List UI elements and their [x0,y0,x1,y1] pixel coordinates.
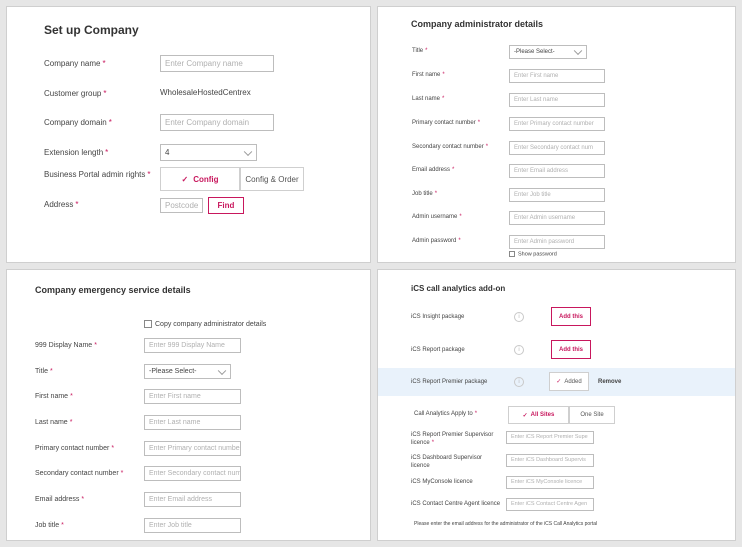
display-name-label: 999 Display Name * [35,342,97,349]
all-sites-option-button[interactable]: ✓ All Sites [508,406,569,424]
title-select-value: -Please Select- [514,49,555,55]
chevron-down-icon [243,147,253,156]
remove-link[interactable]: Remove [598,379,621,385]
panel-title: Set up Company [44,23,139,37]
postcode-input[interactable]: Postcode [160,198,203,213]
secondary-contact-label: Secondary contact number * [35,470,124,477]
title-select[interactable]: -Please Select- [509,45,587,59]
extension-length-value: 4 [165,148,170,157]
chevron-down-icon [217,366,227,375]
apply-to-label: Call Analytics Apply to * [414,411,478,417]
primary-contact-input[interactable]: Enter Primary contact number [144,441,241,456]
one-site-option-button[interactable]: One Site [569,406,615,424]
panel-title: Company emergency service details [35,285,191,295]
call-analytics-panel: iCS call analytics add-on iCS Insight pa… [377,269,736,541]
show-password-checkbox[interactable]: Show password [509,251,557,257]
dashboard-supervisor-input[interactable]: Enter iCS Dashboard Supervis [506,454,594,467]
job-title-input[interactable]: Enter Job title [509,188,605,202]
address-label: Address * [44,200,79,209]
display-name-input[interactable]: Enter 999 Display Name [144,338,241,353]
first-name-input[interactable]: Enter First name [144,389,241,404]
last-name-input[interactable]: Enter Last name [509,93,605,107]
footer-note: Please enter the email address for the a… [414,521,598,527]
contact-centre-label: iCS Contact Centre Agent licence [411,501,501,507]
first-name-input[interactable]: Enter First name [509,69,605,83]
check-icon: ✓ [522,412,528,419]
secondary-contact-label: Secondary contact number * [412,144,489,150]
title-label: Title * [35,368,53,375]
setup-company-panel: Set up Company Company name * Enter Compa… [6,6,371,263]
admin-password-input[interactable]: Enter Admin password [509,235,605,249]
admin-rights-label: Business Portal admin rights * [44,170,151,179]
extension-length-select[interactable]: 4 [160,144,257,161]
premier-package-row: iCS Report Premier package i ✓ Added Rem… [378,368,735,396]
myconsole-input[interactable]: Enter iCS MyConsole licence [506,476,594,489]
info-icon: i [514,345,524,355]
customer-group-label: Customer group * [44,89,107,98]
admin-password-label: Admin password * [412,238,461,244]
primary-contact-input[interactable]: Enter Primary contact number [509,117,605,131]
customer-group-value: WholesaleHostedCentrex [160,88,251,97]
title-select[interactable]: -Please Select- [144,364,231,379]
last-name-input[interactable]: Enter Last name [144,415,241,430]
admin-username-input[interactable]: Enter Admin username [509,211,605,225]
insight-package-label: iCS Insight package [411,314,465,320]
first-name-label: First name * [35,393,73,400]
config-order-option-button[interactable]: Config & Order [240,167,304,191]
panel-title: iCS call analytics add-on [411,284,506,293]
job-title-label: Job title * [412,191,438,197]
first-name-label: First name * [412,72,445,78]
job-title-label: Job title * [35,522,64,529]
add-report-button[interactable]: Add this [551,340,591,359]
contact-centre-input[interactable]: Enter iCS Contact Centre Agen [506,498,594,511]
dashboard-supervisor-label: iCS Dashboard Supervisor licence [411,455,483,469]
extension-length-label: Extension length * [44,148,109,157]
company-domain-input[interactable]: Enter Company domain [160,114,274,131]
title-label: Title * [412,48,428,54]
panel-title: Company administrator details [411,19,544,29]
admin-details-panel: Company administrator details Title * -Pl… [377,6,736,263]
copy-admin-details-checkbox[interactable]: Copy company administrator details [144,320,266,328]
checkbox-icon [144,320,152,328]
find-button[interactable]: Find [208,197,244,214]
title-select-value: -Please Select- [149,368,197,375]
job-title-input[interactable]: Enter Job title [144,518,241,533]
info-icon: i [514,377,524,387]
last-name-label: Last name * [35,419,73,426]
check-icon: ✓ [556,379,562,385]
myconsole-label: iCS MyConsole licence [411,479,473,485]
email-label: Email address * [412,167,455,173]
email-label: Email address * [35,496,85,503]
email-input[interactable]: Enter Email address [509,164,605,178]
add-insight-button[interactable]: Add this [551,307,591,326]
admin-username-label: Admin username * [412,214,462,220]
last-name-label: Last name * [412,96,445,102]
company-name-input[interactable]: Enter Company name [160,55,274,72]
premier-package-label: iCS Report Premier package [411,379,488,385]
email-input[interactable]: Enter Email address [144,492,241,507]
company-domain-label: Company domain * [44,118,112,127]
emergency-details-panel: Company emergency service details Copy c… [6,269,371,541]
primary-contact-label: Primary contact number * [35,445,115,452]
added-button[interactable]: ✓ Added [549,372,589,391]
secondary-contact-input[interactable]: Enter Secondary contact num [509,141,605,155]
premier-supervisor-label: iCS Report Premier Supervisor licence * [411,432,494,446]
report-package-label: iCS Report package [411,347,465,353]
company-name-label: Company name * [44,59,106,68]
chevron-down-icon [573,46,583,56]
premier-supervisor-input[interactable]: Enter iCS Report Premier Supe [506,431,594,444]
config-option-button[interactable]: ✓ Config [160,167,240,191]
check-icon: ✓ [181,174,189,184]
primary-contact-label: Primary contact number * [412,120,481,126]
secondary-contact-input[interactable]: Enter Secondary contact num [144,466,241,481]
checkbox-icon [509,251,515,257]
info-icon: i [514,312,524,322]
